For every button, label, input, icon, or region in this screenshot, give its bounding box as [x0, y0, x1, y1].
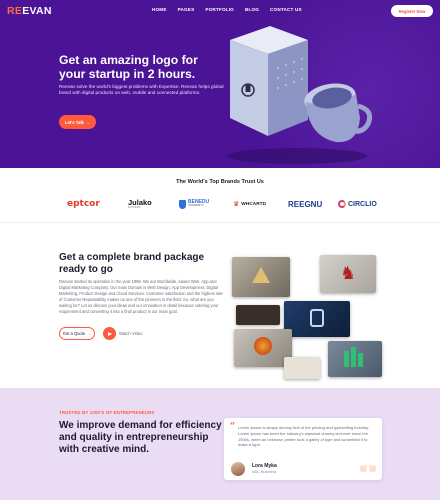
mockup-blue-s-logo [284, 301, 350, 337]
hero-title: Get an amazing logo for your startup in … [59, 53, 198, 81]
brand-logo-row: eptcor Julako STUDIO BENEDU UNIVERSITY ♛… [60, 198, 390, 210]
package-description: Reevan started its operation in the year… [59, 279, 223, 314]
hero-description: Reevan solve the world's biggest problem… [59, 84, 224, 96]
play-video-button[interactable] [103, 327, 116, 340]
mockup-triangle-logo [232, 257, 290, 297]
nav-item-pages[interactable]: PAGES [178, 7, 195, 12]
author-role: ABC Business [252, 470, 277, 474]
brand-logo-circlio: CIRCLIO [338, 198, 377, 210]
top-nav: REEVAN HOME PAGES PORTFOLIO BLOG CONTACT… [0, 0, 440, 22]
mockup-green-chart-logo [328, 341, 382, 377]
testimonial-quote: Lorem Ipsum is simply dummy text of the … [238, 425, 370, 448]
package-title: Get a complete brand package ready to go [59, 252, 205, 276]
crown-icon: ♛ [233, 201, 240, 208]
main-menu: HOME PAGES PORTFOLIO BLOG CONTACT US [152, 7, 302, 12]
shield-icon [179, 199, 186, 209]
hero-section: REEVAN HOME PAGES PORTFOLIO BLOG CONTACT… [0, 0, 440, 168]
testimonial-card: “ Lorem Ipsum is simply dummy text of th… [224, 418, 382, 480]
brand-logo-whcartd: ♛ WHCARTD [233, 201, 267, 208]
play-icon [108, 331, 112, 336]
next-arrow-icon[interactable]: → [369, 465, 376, 472]
arrow-right-icon: → [87, 331, 92, 336]
testimonial-section: TRUSTED BY 1000'S OF ENTREPRENEURS We im… [0, 388, 440, 500]
swirl-icon [338, 200, 346, 208]
brand-package-section: Get a complete brand package ready to go… [0, 223, 440, 388]
carousel-controls: ← → [360, 465, 376, 472]
testimonial-kicker: TRUSTED BY 1000'S OF ENTREPRENEURS [59, 410, 155, 415]
get-quote-button[interactable]: Get a Quote → [59, 327, 95, 340]
lets-talk-label: Let's Talk [64, 119, 84, 125]
site-logo[interactable]: REEVAN [7, 5, 52, 17]
brand-logo-julako: Julako STUDIO [128, 198, 152, 209]
author-name: Lora Myka [252, 463, 277, 469]
quote-icon: “ [230, 422, 236, 432]
brand-logo-reegnu: REEGNU [288, 199, 323, 209]
register-button[interactable]: Register Now [391, 5, 433, 17]
mockup-deer-logo: ♞ [320, 255, 376, 293]
brand-logo-eptcor: eptcor [67, 199, 100, 209]
brand-logo-benedu: BENEDU UNIVERSITY [179, 198, 209, 210]
nav-item-contact[interactable]: CONTACT US [270, 7, 302, 12]
arrow-right-icon: → [85, 119, 91, 125]
nav-item-blog[interactable]: BLOG [245, 7, 259, 12]
logo-mockup-collage: ♞ [228, 253, 388, 381]
mockup-paper-card [284, 357, 320, 379]
lets-talk-button[interactable]: Let's Talk → [59, 115, 96, 129]
brands-section: The World's Top Brands Trust Us eptcor J… [0, 168, 440, 223]
nav-item-portfolio[interactable]: PORTFOLIO [205, 7, 234, 12]
testimonial-title: We improve demand for efficiency and qua… [59, 420, 222, 456]
avatar [231, 462, 245, 476]
watch-video-link[interactable]: Watch Video [119, 331, 143, 336]
mockup-dark-card [236, 305, 280, 325]
prev-arrow-icon[interactable]: ← [360, 465, 367, 472]
nav-item-home[interactable]: HOME [152, 7, 167, 12]
box-and-mug-illustration [227, 26, 373, 164]
brands-title: The World's Top Brands Trust Us [176, 179, 264, 185]
